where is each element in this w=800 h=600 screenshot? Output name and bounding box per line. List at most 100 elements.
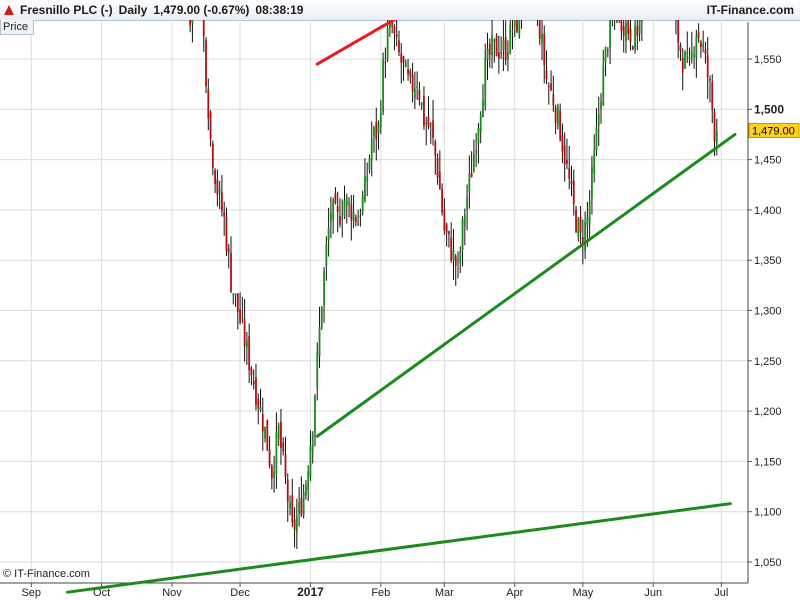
candle-body [500, 52, 503, 54]
candle-body [382, 58, 384, 112]
candle-body [302, 492, 305, 516]
candle-body [432, 120, 434, 138]
candle-body [377, 124, 380, 134]
copyright-text: © IT-Finance.com [3, 568, 90, 580]
candle-body [270, 466, 273, 479]
candle-body [513, 20, 516, 27]
candle-body [318, 326, 321, 357]
candle-body [577, 219, 580, 238]
candle-body [600, 100, 602, 110]
y-tick-label: 1,100 [754, 507, 782, 519]
y-tick-label: 1,550 [754, 54, 782, 66]
candle-body [622, 26, 625, 36]
candle-body [216, 179, 219, 196]
candle-body [438, 171, 441, 190]
y-tick-label: 1,200 [754, 406, 782, 418]
candle-body [334, 192, 337, 204]
candle-body [497, 52, 500, 59]
candle-body [543, 33, 546, 66]
candle-body [631, 46, 634, 50]
candle-body [284, 454, 287, 477]
candle-body [629, 28, 632, 42]
candle-body [463, 214, 466, 227]
candle-body [493, 39, 496, 42]
candle-body [423, 96, 425, 126]
candle-body [241, 317, 244, 319]
instrument-icon [4, 5, 14, 15]
quote-time: 08:38:19 [255, 3, 304, 17]
candle-body [225, 216, 228, 252]
instrument-info: Fresnillo PLC (-) Daily 1,479.00 (-0.67%… [4, 3, 303, 17]
y-tick-label: 1,050 [754, 557, 782, 569]
candle-body [252, 380, 255, 385]
candle-body [239, 309, 241, 323]
candle-body [293, 519, 296, 530]
candle-body [684, 52, 686, 69]
price-panel-tab[interactable]: Price [0, 20, 34, 35]
candle-body [325, 244, 328, 267]
candle-body [550, 83, 552, 90]
candle-body [570, 181, 573, 184]
candle-body [606, 49, 609, 52]
candle-body [706, 55, 709, 78]
candle-body [232, 293, 235, 295]
candle-body [275, 431, 278, 475]
candle-body [602, 65, 605, 106]
candle-body [681, 57, 684, 73]
candle-body [450, 237, 453, 261]
candle-body [345, 196, 348, 206]
candle-body [470, 173, 473, 178]
candle-body [400, 53, 403, 63]
candle-body [509, 24, 512, 53]
y-tick-label: 1,300 [754, 306, 782, 318]
candle-body [386, 27, 389, 60]
candle-body [277, 425, 280, 439]
candle-body [329, 212, 332, 223]
candle-body [556, 106, 559, 126]
candle-body [289, 502, 291, 509]
candle-body [429, 123, 432, 125]
candle-body [418, 89, 421, 101]
x-tick-label: Mar [435, 587, 454, 599]
y-tick-label: 1,150 [754, 456, 782, 468]
candle-body [320, 307, 323, 328]
x-tick-label: Dec [230, 587, 250, 599]
candle-body [250, 368, 253, 376]
candle-body [693, 54, 695, 58]
candle-body [341, 217, 344, 220]
candle-body [715, 130, 718, 144]
candle-body [189, 20, 192, 26]
candle-body [202, 20, 205, 37]
candle-body [688, 56, 691, 60]
candle-body [479, 114, 482, 133]
y-tick-label: 1,450 [754, 155, 782, 167]
x-tick-label: Feb [371, 587, 390, 599]
last-price-label: 1,479.00 [752, 125, 795, 137]
candle-body [370, 139, 373, 160]
candle-body [461, 219, 464, 250]
candle-body [699, 42, 702, 47]
candle-body [584, 222, 587, 251]
candle-body [207, 89, 210, 119]
candle-body [640, 20, 643, 22]
candle-body [311, 433, 314, 451]
candle-body [516, 20, 518, 32]
candle-body [305, 485, 307, 496]
candle-body [214, 170, 217, 184]
candle-body [425, 122, 428, 124]
candle-body [713, 111, 716, 142]
candle-body [695, 35, 698, 58]
candle-body [348, 201, 350, 204]
candle-body [566, 160, 568, 164]
candle-body [336, 206, 339, 212]
candle-body [616, 20, 618, 21]
candle-body [484, 58, 487, 106]
candle-body [395, 34, 398, 37]
plot-area [0, 22, 748, 583]
candle-body [477, 128, 480, 144]
candle-body [459, 251, 462, 264]
candle-body [332, 199, 335, 220]
candle-body [597, 113, 600, 126]
candle-body [398, 40, 400, 53]
candle-body [638, 20, 641, 34]
